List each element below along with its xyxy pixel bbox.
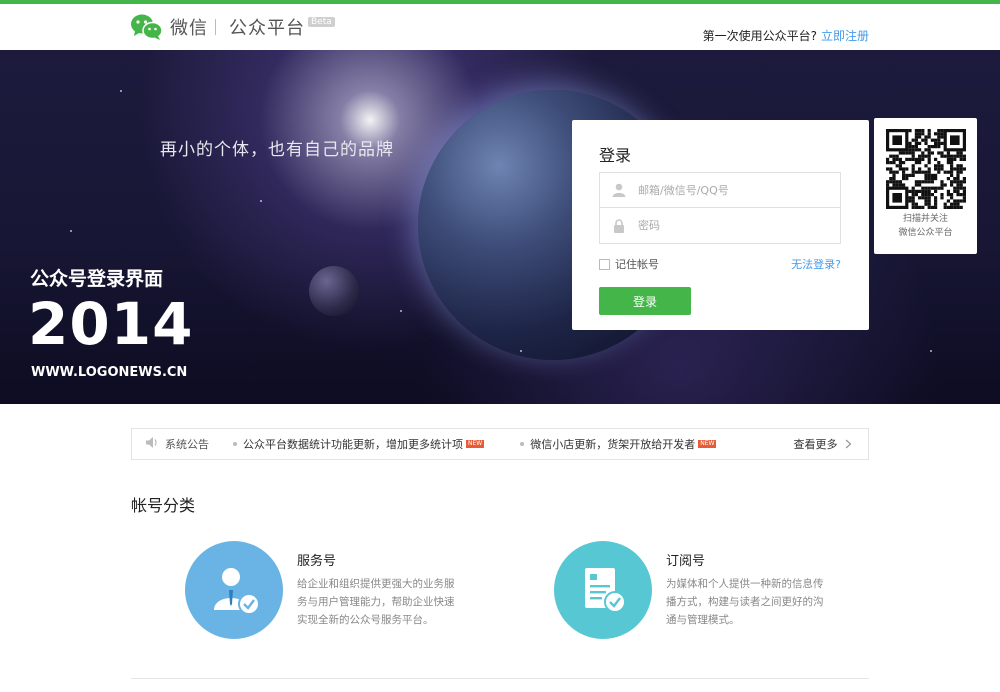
new-badge: NEW xyxy=(466,440,485,448)
speaker-icon xyxy=(146,437,159,451)
login-button[interactable]: 登录 xyxy=(599,287,691,315)
service-account-card[interactable]: 服务号 给企业和组织提供更强大的业务服务与用户管理能力，帮助企业快速实现全新的公… xyxy=(185,541,462,639)
view-more-label: 查看更多 xyxy=(793,438,838,451)
notice-item[interactable]: 公众平台数据统计功能更新，增加更多统计项 NEW xyxy=(233,436,485,452)
password-input[interactable] xyxy=(638,208,840,243)
login-options: 记住帐号 无法登录? xyxy=(599,256,841,272)
wechat-bubbles-icon xyxy=(130,13,164,41)
subscription-account-name: 订阅号 xyxy=(666,554,706,569)
hero-slogan: 再小的个体，也有自己的品牌 xyxy=(160,140,394,160)
qr-caption-line1: 扫描并关注 xyxy=(902,214,948,224)
subscription-account-card[interactable]: 订阅号 为媒体和个人提供一种新的信息传播方式，构建与读者之间更好的沟通与管理模式… xyxy=(554,541,831,639)
lock-icon xyxy=(600,208,638,243)
password-field xyxy=(599,208,841,244)
footer-divider xyxy=(131,678,869,679)
star xyxy=(260,200,262,202)
bullet-dot xyxy=(520,442,525,446)
star xyxy=(400,310,402,312)
service-account-info: 服务号 给企业和组织提供更强大的业务服务与用户管理能力，帮助企业快速实现全新的公… xyxy=(297,550,462,639)
qr-caption: 扫描并关注 微信公众平台 xyxy=(874,212,977,240)
watermark-url: WWW.LOGONEWS.CN xyxy=(31,365,188,380)
notice-label: 系统公告 xyxy=(165,438,209,451)
star xyxy=(120,90,122,92)
wechat-logo[interactable]: 微信 公众平台 Beta xyxy=(130,13,335,41)
star xyxy=(930,350,932,352)
qr-code-image xyxy=(885,129,966,209)
qr-caption-line2: 微信公众平台 xyxy=(898,228,953,238)
subscription-account-desc: 为媒体和个人提供一种新的信息传播方式，构建与读者之间更好的沟通与管理模式。 xyxy=(666,578,824,626)
notice-item-text: 微信小店更新，货架开放给开发者 xyxy=(530,438,696,451)
account-input[interactable] xyxy=(638,173,840,207)
subscription-account-icon xyxy=(554,541,652,639)
service-account-name: 服务号 xyxy=(297,554,337,569)
login-title: 登录 xyxy=(599,146,632,165)
service-account-icon xyxy=(185,541,283,639)
hero-banner: 再小的个体，也有自己的品牌 公众号登录界面 2014 WWW.LOGONEWS.… xyxy=(0,50,1000,404)
product-name: 公众平台 xyxy=(229,18,305,39)
brand-name: 微信 xyxy=(170,18,208,39)
qr-code-card: 扫描并关注 微信公众平台 xyxy=(874,118,977,254)
account-field xyxy=(599,172,841,208)
remember-account[interactable]: 记住帐号 xyxy=(599,256,659,272)
service-account-desc: 给企业和组织提供更强大的业务服务与用户管理能力，帮助企业快速实现全新的公众号服务… xyxy=(297,578,455,626)
register-link[interactable]: 立即注册 xyxy=(821,29,869,43)
user-icon xyxy=(600,173,638,207)
remember-checkbox[interactable] xyxy=(599,258,610,270)
remember-label: 记住帐号 xyxy=(615,258,659,271)
account-types-title: 帐号分类 xyxy=(131,496,196,515)
notice-item-text: 公众平台数据统计功能更新，增加更多统计项 xyxy=(243,438,463,451)
first-time-text: 第一次使用公众平台? xyxy=(702,29,817,43)
watermark-year: 2014 xyxy=(28,290,194,358)
notice-item[interactable]: 微信小店更新，货架开放给开发者 NEW xyxy=(520,436,717,452)
view-more-link[interactable]: 查看更多 xyxy=(794,436,853,452)
moon-illustration xyxy=(309,266,359,316)
brand-divider xyxy=(215,19,216,35)
new-badge: NEW xyxy=(698,440,717,448)
bullet-dot xyxy=(233,442,237,446)
login-panel: 登录 记住帐号 无法登录? 登录 xyxy=(572,120,869,330)
star xyxy=(520,350,522,352)
notice-bar: 系统公告 公众平台数据统计功能更新，增加更多统计项 NEW 微信小店更新，货架开… xyxy=(131,428,869,460)
forgot-login-link[interactable]: 无法登录? xyxy=(791,256,841,272)
watermark-title: 公众号登录界面 xyxy=(30,268,164,290)
register-prompt: 第一次使用公众平台? 立即注册 xyxy=(703,27,869,44)
subscription-account-info: 订阅号 为媒体和个人提供一种新的信息传播方式，构建与读者之间更好的沟通与管理模式… xyxy=(666,550,831,639)
header: 微信 公众平台 Beta 第一次使用公众平台? 立即注册 xyxy=(0,4,1000,50)
star xyxy=(70,230,72,232)
beta-badge: Beta xyxy=(308,17,335,27)
chevron-right-icon xyxy=(841,438,852,451)
